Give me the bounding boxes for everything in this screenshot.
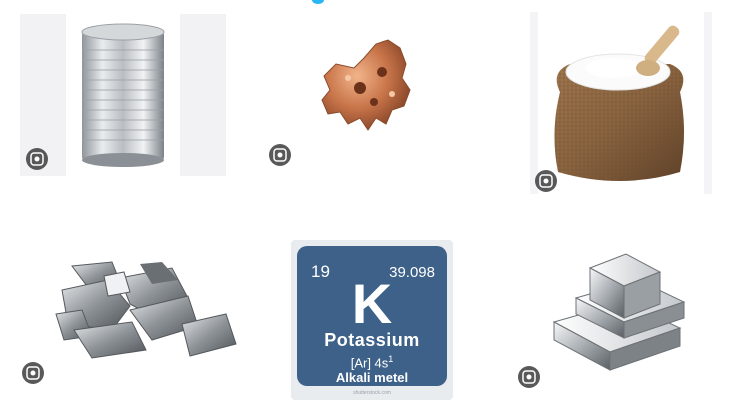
salt-sack-image (554, 25, 684, 181)
visual-search-button[interactable] (26, 148, 48, 170)
result-metal-chunks[interactable] (12, 240, 268, 394)
result-salt-sack[interactable] (530, 12, 712, 194)
element-symbol: K (351, 272, 393, 335)
potassium-element-tile: 19 39.098 K Potassium [Ar] 4s1 Alkali me… (297, 246, 447, 386)
electron-configuration: [Ar] 4s1 (297, 354, 447, 370)
lens-icon (30, 152, 44, 166)
copper-nugget-image (321, 39, 411, 131)
element-category: Alkali metel (335, 370, 409, 385)
lens-icon (522, 370, 536, 384)
lens-icon (26, 366, 40, 380)
image-credit: shutterstock.com (353, 390, 391, 396)
lens-icon (539, 174, 553, 188)
visual-search-button[interactable] (269, 144, 291, 166)
element-name: Potassium (324, 330, 420, 350)
configuration-sup: 1 (388, 354, 394, 364)
visual-search-button[interactable] (535, 170, 557, 192)
tin-can-image (81, 23, 165, 167)
loading-indicator-dot (312, 0, 324, 4)
configuration-base: [Ar] 4s (350, 355, 389, 371)
result-copper-nugget[interactable] (264, 14, 452, 174)
result-silver-bars[interactable] (514, 232, 704, 394)
result-potassium-card[interactable]: 19 39.098 K Potassium [Ar] 4s1 Alkali me… (291, 240, 453, 400)
metal-chunks-image (55, 261, 237, 359)
result-tin-can[interactable] (20, 14, 226, 176)
lens-icon (273, 148, 287, 162)
visual-search-button[interactable] (518, 366, 540, 388)
silver-bars-image (552, 253, 686, 371)
visual-search-button[interactable] (22, 362, 44, 384)
